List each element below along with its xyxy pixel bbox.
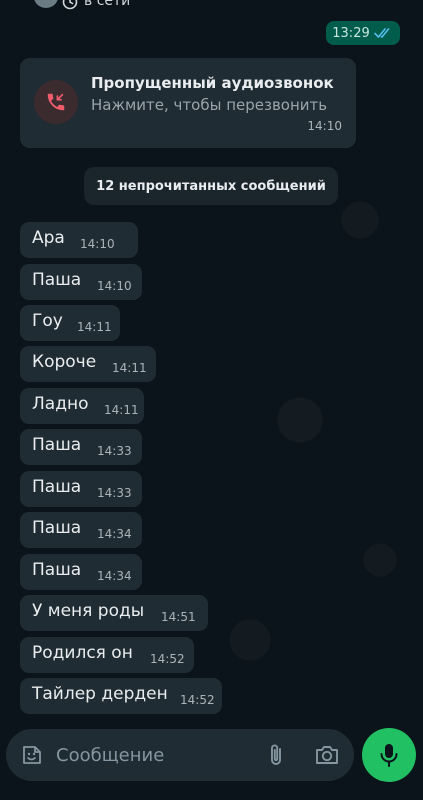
presence-status: в сети	[84, 0, 131, 9]
message-text: У меня роды	[32, 601, 145, 621]
message-time: 14:52	[180, 693, 215, 707]
message-text: Паша	[32, 560, 82, 580]
outgoing-message[interactable]: 13:29	[326, 21, 400, 45]
message-time: 14:52	[150, 652, 185, 666]
message-input[interactable]	[56, 743, 256, 767]
camera-icon[interactable]	[314, 742, 340, 768]
message-text: Паша	[32, 518, 82, 538]
incoming-message[interactable]: Тайлер дерден 14:52	[20, 678, 222, 714]
voice-message-button[interactable]	[362, 728, 416, 782]
message-text: Гоу	[32, 311, 63, 331]
message-time: 14:51	[161, 610, 196, 624]
missed-call-icon	[47, 93, 65, 111]
message-time: 14:34	[97, 527, 132, 541]
incoming-message[interactable]: Паша 14:34	[20, 512, 142, 548]
message-time: 14:10	[80, 237, 115, 251]
message-text: Ара	[32, 228, 65, 248]
incoming-message[interactable]: Паша 14:10	[20, 264, 142, 300]
missed-call-time: 14:10	[307, 119, 342, 133]
incoming-message[interactable]: У меня роды 14:51	[20, 595, 208, 631]
message-text: Паша	[32, 477, 82, 497]
message-time: 14:34	[97, 569, 132, 583]
missed-call-icon-wrap	[34, 80, 78, 124]
paperclip-icon[interactable]	[264, 742, 288, 768]
sticker-smile-icon[interactable]	[20, 743, 44, 767]
incoming-message[interactable]: Короче 14:11	[20, 346, 156, 382]
incoming-message[interactable]: Паша 14:33	[20, 471, 142, 507]
message-text: Короче	[32, 352, 97, 372]
missed-call-subtitle: Нажмите, чтобы перезвонить	[91, 96, 328, 114]
message-time: 14:11	[104, 403, 139, 417]
message-text: Паша	[32, 435, 82, 455]
message-composer	[6, 729, 354, 781]
incoming-message[interactable]: Ладно 14:11	[20, 388, 144, 424]
message-text: Ладно	[32, 394, 89, 414]
message-text: Паша	[32, 270, 82, 290]
microphone-icon	[380, 744, 398, 767]
message-text: Родился он	[32, 643, 133, 663]
disappearing-timer-icon	[62, 0, 78, 10]
incoming-message[interactable]: Родился он 14:52	[20, 637, 194, 673]
message-time: 14:11	[112, 361, 147, 375]
message-time: 13:29	[332, 25, 370, 41]
incoming-message[interactable]: Гоу 14:11	[20, 305, 120, 341]
message-time: 14:10	[97, 279, 132, 293]
message-time: 14:33	[97, 486, 132, 500]
message-time: 14:11	[77, 320, 112, 334]
message-time: 14:33	[97, 444, 132, 458]
missed-call-card[interactable]: Пропущенный аудиозвонок Нажмите, чтобы п…	[20, 58, 356, 148]
incoming-message[interactable]: Паша 14:34	[20, 554, 142, 590]
incoming-message[interactable]: Ара 14:10	[20, 222, 138, 258]
missed-call-title: Пропущенный аудиозвонок	[91, 74, 334, 92]
incoming-message[interactable]: Паша 14:33	[20, 429, 142, 465]
message-text: Тайлер дерден	[32, 684, 168, 704]
unread-messages-divider: 12 непрочитанных сообщений	[84, 167, 338, 205]
double-check-icon	[373, 28, 390, 38]
